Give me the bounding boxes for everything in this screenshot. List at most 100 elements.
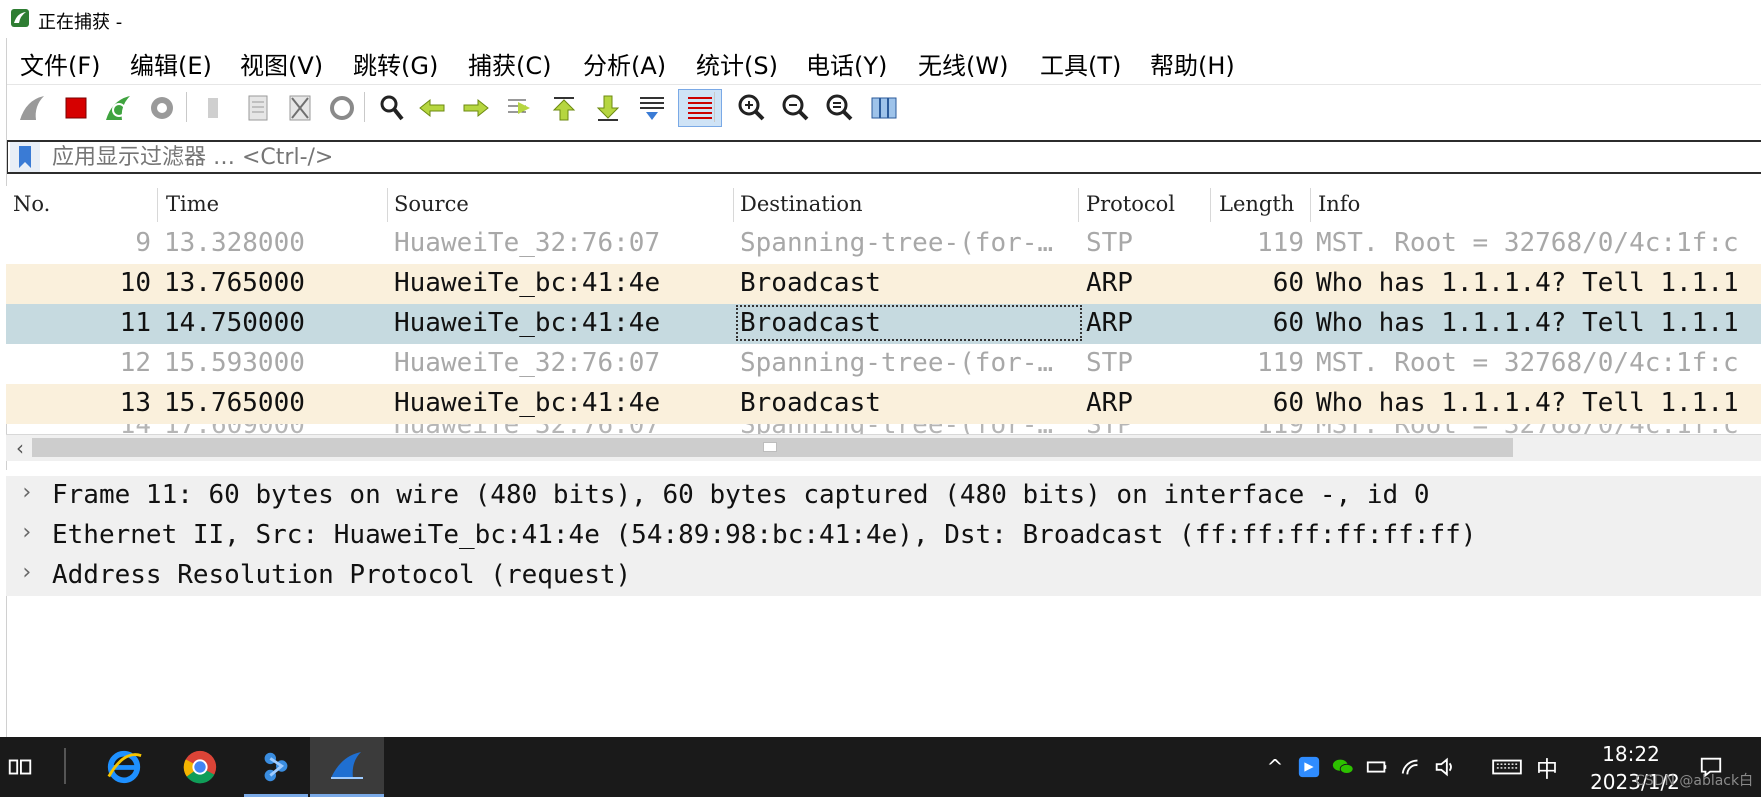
packet-row[interactable]: 10 13.765000 HuaweiTe_bc:41:4e Broadcast ARP… (6, 264, 1761, 304)
focused-cell-outline (736, 305, 1082, 341)
hscroll-grip[interactable] (763, 442, 777, 452)
zoom-in-icon[interactable] (734, 90, 770, 126)
open-file-icon[interactable] (196, 90, 232, 126)
expand-chevron-icon[interactable]: › (20, 480, 33, 505)
packet-no: 11 (119, 308, 151, 338)
column-separator[interactable] (157, 188, 158, 222)
wireshark-taskbar-icon[interactable] (310, 737, 384, 797)
restart-capture-icon[interactable] (100, 90, 136, 126)
resize-columns-icon[interactable] (866, 90, 902, 126)
menu-view[interactable]: 视图(V) (240, 46, 323, 81)
menu-go[interactable]: 跳转(G) (353, 46, 438, 81)
filter-bookmark-icon[interactable] (10, 142, 40, 172)
colorize-icon[interactable] (678, 89, 722, 127)
go-back-icon[interactable] (414, 90, 450, 126)
packet-time: 14.750000 (164, 308, 305, 338)
packet-destination: Spanning-tree-(for-… (740, 228, 1054, 258)
close-file-icon[interactable] (282, 90, 318, 126)
column-header-no[interactable]: No. (13, 192, 50, 216)
input-method-indicator[interactable]: 中 (1536, 752, 1558, 784)
packet-info: Who has 1.1.1.4? Tell 1.1.1 (1316, 268, 1739, 298)
menu-help[interactable]: 帮助(H) (1150, 46, 1235, 81)
packet-protocol: ARP (1086, 308, 1133, 338)
column-separator[interactable] (387, 188, 388, 222)
packet-row[interactable]: 12 15.593000 HuaweiTe_32:76:07 Spanning-tre… (6, 344, 1761, 384)
column-header-protocol[interactable]: Protocol (1086, 192, 1175, 216)
packet-row[interactable]: 13 15.765000 HuaweiTe_bc:41:4e Broadcast ARP… (6, 384, 1761, 424)
menu-telephony[interactable]: 电话(Y) (806, 46, 887, 81)
packet-no: 12 (119, 348, 151, 378)
chrome-icon[interactable] (168, 737, 232, 797)
wechat-tray-icon[interactable] (1330, 754, 1356, 780)
keyboard-icon[interactable] (1490, 754, 1524, 780)
detail-ethernet[interactable]: › Ethernet II, Src: HuaweiTe_bc:41:4e (54… (6, 516, 1761, 556)
column-header-info[interactable]: Info (1318, 192, 1360, 216)
column-header-source[interactable]: Source (394, 192, 469, 216)
wifi-icon[interactable] (1398, 754, 1424, 780)
save-file-icon[interactable] (240, 90, 276, 126)
feishu-tray-icon[interactable] (1296, 754, 1322, 780)
detail-text: Frame 11: 60 bytes on wire (480 bits), 6… (52, 480, 1430, 510)
packet-protocol: ARP (1086, 388, 1133, 418)
menu-file[interactable]: 文件(F) (20, 46, 101, 81)
menu-statistics[interactable]: 统计(S) (696, 46, 778, 81)
stop-capture-icon[interactable] (58, 90, 94, 126)
menu-edit[interactable]: 编辑(E) (130, 46, 212, 81)
packet-destination: Broadcast (740, 388, 881, 418)
column-header-destination[interactable]: Destination (740, 192, 863, 216)
expand-chevron-icon[interactable]: › (20, 560, 33, 585)
packet-no: 9 (135, 228, 151, 258)
battery-icon[interactable] (1364, 754, 1390, 780)
reload-file-icon[interactable] (324, 90, 360, 126)
toolbar-separator (364, 92, 365, 122)
go-forward-icon[interactable] (458, 90, 494, 126)
autoscroll-icon[interactable] (634, 90, 670, 126)
internet-explorer-icon[interactable] (92, 737, 156, 797)
column-separator[interactable] (1078, 188, 1079, 222)
capture-options-icon[interactable] (144, 90, 180, 126)
packet-row[interactable]: 11 14.750000 HuaweiTe_bc:41:4e Broadcast ARP… (6, 304, 1761, 344)
detail-text: Address Resolution Protocol (request) (52, 560, 632, 590)
first-packet-icon[interactable] (546, 90, 582, 126)
notification-icon[interactable] (1698, 754, 1724, 780)
expand-chevron-icon[interactable]: › (20, 520, 33, 545)
column-separator[interactable] (1210, 188, 1211, 222)
packet-source: HuaweiTe_bc:41:4e (394, 308, 661, 338)
show-hidden-icons-icon[interactable]: ^ (1262, 754, 1288, 780)
packet-protocol: STP (1086, 348, 1133, 378)
packet-source: HuaweiTe_32:76:07 (394, 228, 661, 258)
normal-size-icon[interactable] (822, 90, 858, 126)
title-bar (0, 0, 1761, 38)
toolbar-separator (186, 92, 187, 122)
ensp-icon[interactable] (244, 737, 308, 797)
packet-list-header (6, 186, 1761, 225)
packet-info: Who has 1.1.1.4? Tell 1.1.1 (1316, 388, 1739, 418)
packet-protocol: ARP (1086, 268, 1133, 298)
scroll-left-arrow-icon[interactable]: ‹ (10, 436, 30, 460)
clock-time[interactable]: 18:22 (1596, 742, 1666, 766)
task-view-icon[interactable] (0, 737, 40, 797)
menu-wireless[interactable]: 无线(W) (918, 46, 1008, 81)
last-packet-icon[interactable] (590, 90, 626, 126)
toolbar-separator (714, 92, 715, 122)
column-header-time[interactable]: Time (166, 192, 219, 216)
packet-info: MST. Root = 32768/0/4c:1f:c (1316, 228, 1739, 258)
start-capture-icon[interactable] (14, 90, 50, 126)
detail-arp[interactable]: › Address Resolution Protocol (request) (6, 556, 1761, 596)
zoom-out-icon[interactable] (778, 90, 814, 126)
menu-tools[interactable]: 工具(T) (1040, 46, 1121, 81)
volume-icon[interactable] (1432, 754, 1458, 780)
menu-analyze[interactable]: 分析(A) (583, 46, 666, 81)
menu-capture[interactable]: 捕获(C) (468, 46, 551, 81)
column-header-length[interactable]: Length (1219, 192, 1294, 216)
display-filter-input[interactable] (52, 142, 1552, 172)
find-packet-icon[interactable] (374, 90, 410, 126)
packet-length: 119 (1257, 228, 1304, 258)
go-to-packet-icon[interactable] (502, 90, 538, 126)
column-separator[interactable] (733, 188, 734, 222)
column-separator[interactable] (1310, 188, 1311, 222)
packet-length: 60 (1272, 268, 1304, 298)
packet-row[interactable]: 9 13.328000 HuaweiTe_32:76:07 Spanning-tree… (6, 224, 1761, 264)
wireshark-app-icon (10, 8, 30, 28)
detail-frame[interactable]: › Frame 11: 60 bytes on wire (480 bits), … (6, 476, 1761, 516)
